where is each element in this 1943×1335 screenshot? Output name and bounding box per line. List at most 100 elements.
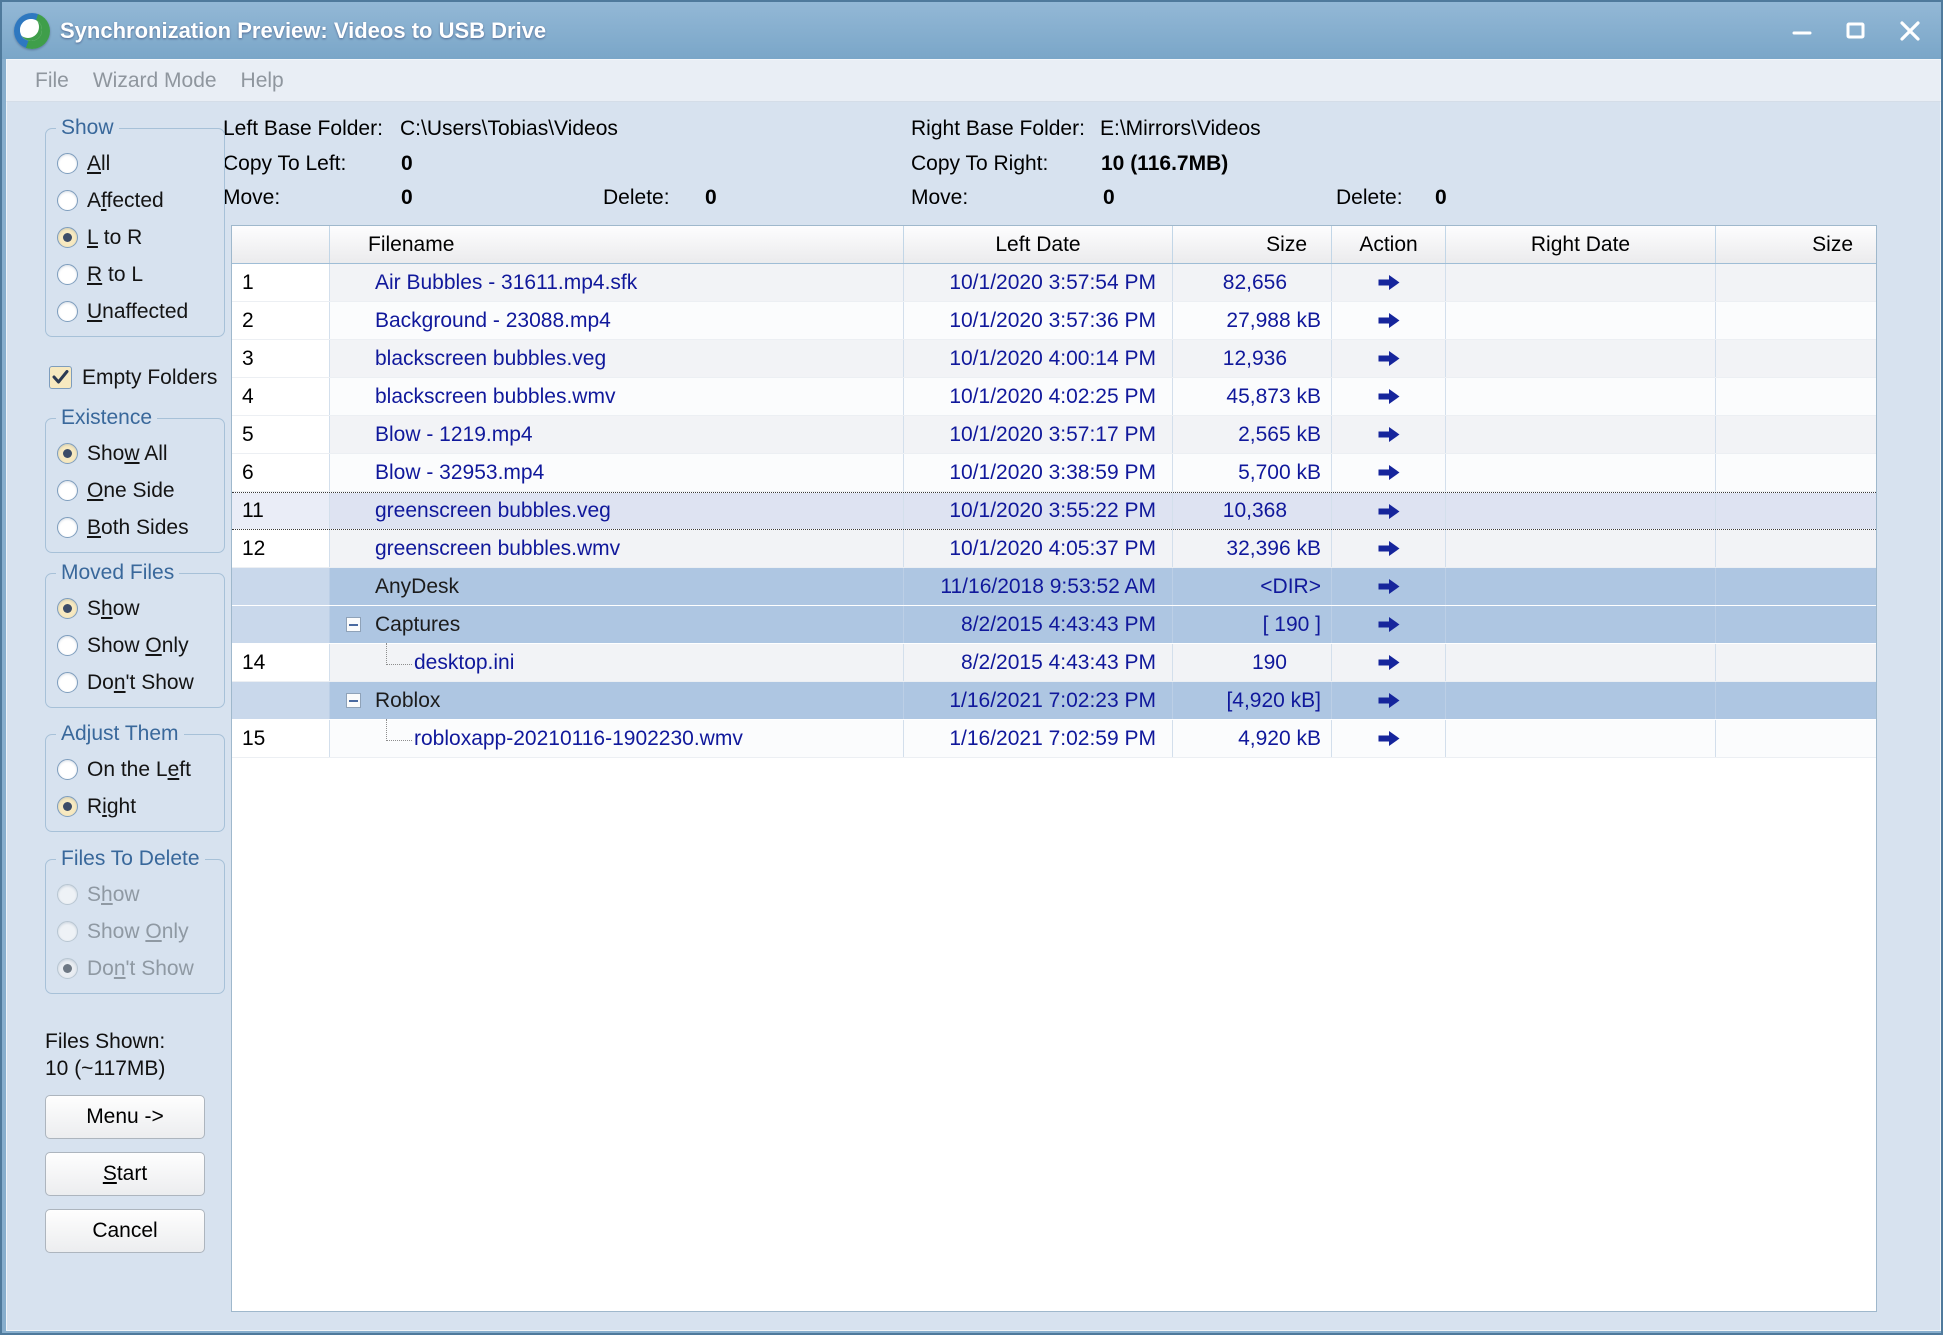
cell-row-number: 2 [232,302,330,339]
cell-filename: blackscreen bubbles.wmv [330,378,904,415]
client-area: Left Base Folder: C:\Users\Tobias\Videos… [6,102,1941,1331]
move-left-value: 0 [401,186,413,209]
table-row[interactable]: 1 Air Bubbles - 31611.mp4.sfk 10/1/2020 3:… [232,264,1876,302]
table-row[interactable]: 11 greenscreen bubbles.veg 10/1/2020 3:55:… [232,492,1876,530]
radio-adjust-them-on-the-left[interactable]: On the Left [52,751,218,788]
copy-right-arrow-icon [1332,264,1446,301]
minimize-button[interactable] [1789,18,1815,44]
radio-show-affected[interactable]: Affected [52,182,218,219]
collapse-expander-icon[interactable] [346,693,361,708]
table-row[interactable]: 2 Background - 23088.mp4 10/1/2020 3:57:36… [232,302,1876,340]
radio-existence-both-sides[interactable]: Both Sides [52,509,218,546]
radio-icon [57,958,78,979]
cell-left-size: 82,656 [1173,264,1332,301]
radio-adjust-them-right[interactable]: Right [52,788,218,825]
cell-row-number [232,568,330,605]
cell-right-size [1716,720,1876,757]
cell-row-number [232,682,330,719]
delete-right-value: 0 [1435,186,1447,209]
radio-moved-files-don-t-show[interactable]: Don't Show [52,664,218,701]
cell-filename: greenscreen bubbles.wmv [330,530,904,567]
file-name: blackscreen bubbles.wmv [375,384,616,408]
start-button[interactable]: Start [45,1152,205,1196]
cell-right-size [1716,454,1876,491]
table-row[interactable]: 14 desktop.ini 8/2/2015 4:43:43 PM 190 [232,643,1876,682]
menu-wizard-mode[interactable]: Wizard Mode [81,69,229,93]
radio-existence-show-all[interactable]: Show All [52,435,218,472]
cell-right-size [1716,568,1876,605]
header-size-6[interactable]: Size [1716,226,1876,263]
header-rownum[interactable] [232,226,330,263]
copy-to-right-label: Copy To Right: [911,152,1049,175]
header-filename-1[interactable]: Filename [330,226,904,263]
radio-show-r-to-l[interactable]: R to L [52,256,218,293]
radio-show-l-to-r[interactable]: L to R [52,219,218,256]
group-adjust-them: Adjust Them On the Left Right [45,722,225,832]
file-name: Background - 23088.mp4 [375,308,611,332]
cell-left-date: 10/1/2020 3:57:54 PM [904,264,1173,301]
collapse-expander-icon[interactable] [346,617,361,632]
radio-icon [57,301,78,322]
files-shown-value: 10 (~117MB) [45,1057,166,1080]
table-row[interactable]: AnyDesk 11/16/2018 9:53:52 AM <DIR> [232,568,1876,606]
cell-left-size: 4,920 kB [1173,720,1332,757]
radio-show-unaffected[interactable]: Unaffected [52,293,218,330]
close-button[interactable] [1897,18,1923,44]
radio-show-all[interactable]: All [52,145,218,182]
menu-help[interactable]: Help [229,69,296,93]
cell-left-size: 45,873 kB [1173,378,1332,415]
cell-right-date [1446,568,1716,605]
cancel-button[interactable]: Cancel [45,1209,205,1253]
table-body: 1 Air Bubbles - 31611.mp4.sfk 10/1/2020 3:… [232,264,1876,758]
table-row[interactable]: 3 blackscreen bubbles.veg 10/1/2020 4:00:1… [232,340,1876,378]
file-name: blackscreen bubbles.veg [375,346,607,370]
header-size-3[interactable]: Size [1173,226,1332,263]
table-row[interactable]: 6 Blow - 32953.mp4 10/1/2020 3:38:59 PM 5,7… [232,454,1876,492]
cell-left-size: 12,936 [1173,340,1332,377]
copy-right-arrow-icon [1332,644,1446,681]
label: Unaffected [87,299,189,323]
cell-row-number [232,606,330,643]
left-base-folder-label: Left Base Folder: [223,117,383,140]
header-left-date-2[interactable]: Left Date [904,226,1173,263]
table-row[interactable]: Captures 8/2/2015 4:43:43 PM[ 190 ] [232,606,1876,644]
table-row[interactable]: 12 greenscreen bubbles.wmv 10/1/2020 4:05:… [232,530,1876,568]
maximize-button[interactable] [1843,18,1869,44]
table-row[interactable]: 15 robloxapp-20210116-1902230.wmv 1/16/202… [232,719,1876,758]
cell-right-date [1446,302,1716,339]
delete-right-label: Delete: [1336,186,1403,209]
radio-moved-files-show[interactable]: Show [52,590,218,627]
copy-to-right-value: 10 (116.7MB) [1101,152,1229,175]
radio-files-to-delete-show: Show [52,876,218,913]
cell-right-date [1446,454,1716,491]
file-name: Blow - 32953.mp4 [375,460,545,484]
header-action-4[interactable]: Action [1332,226,1446,263]
radio-icon [57,190,78,211]
group-show: Show All Affected L to R R to L Unaffected [45,116,225,337]
folder-name: Captures [375,612,461,636]
radio-existence-one-side[interactable]: One Side [52,472,218,509]
group-files-to-delete: Files To Delete Show Show Only Don't Show [45,847,225,994]
file-name: Air Bubbles - 31611.mp4.sfk [375,270,638,294]
cell-left-size: 190 [1173,644,1332,681]
radio-moved-files-show-only[interactable]: Show Only [52,627,218,664]
cell-right-date [1446,264,1716,301]
cell-right-size [1716,378,1876,415]
cell-row-number: 4 [232,378,330,415]
radio-files-to-delete-don-t-show: Don't Show [52,950,218,987]
menu-file[interactable]: File [23,69,81,93]
copy-right-arrow-icon [1332,530,1446,567]
checkbox-empty-folders[interactable]: Empty Folders [45,359,225,396]
menu-button[interactable]: Menu -> [45,1095,205,1139]
copy-to-left-label: Copy To Left: [223,152,347,175]
table-row[interactable]: 5 Blow - 1219.mp4 10/1/2020 3:57:17 PM 2,56… [232,416,1876,454]
table-row[interactable]: 4 blackscreen bubbles.wmv 10/1/2020 4:02:2… [232,378,1876,416]
label: Start [102,1162,148,1185]
cell-right-date [1446,530,1716,567]
file-table: Filename Left Date Size Action Right Date Siz… [231,225,1877,1312]
header-right-date-5[interactable]: Right Date [1446,226,1716,263]
table-row[interactable]: Roblox 1/16/2021 7:02:23 PM [4,920 kB] [232,682,1876,720]
tree-connector [386,719,412,741]
cell-filename: robloxapp-20210116-1902230.wmv [330,719,904,757]
group-label-moved-files: Moved Files [56,561,180,585]
